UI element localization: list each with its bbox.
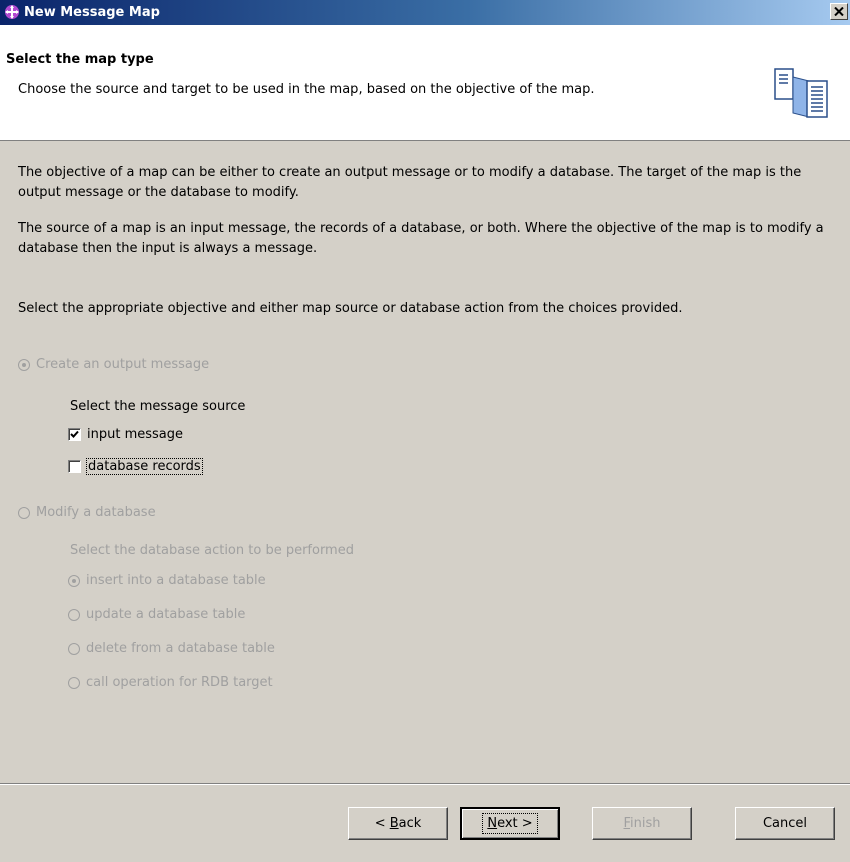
- database-records-checkbox[interactable]: database records: [68, 458, 203, 475]
- page-description: Choose the source and target to be used …: [18, 82, 595, 97]
- database-records-label: database records: [86, 458, 203, 475]
- cancel-button[interactable]: Cancel: [735, 807, 835, 840]
- radio-unselected-icon: [68, 608, 80, 621]
- cancel-button-label: Cancel: [762, 816, 808, 831]
- input-message-label: input message: [87, 427, 183, 442]
- back-button-prefix: <: [374, 816, 390, 831]
- insert-table-radio[interactable]: insert into a database table: [68, 573, 266, 588]
- create-output-message-label: Create an output message: [36, 357, 210, 372]
- back-button[interactable]: < Back: [348, 807, 448, 840]
- map-app-icon: [5, 5, 19, 19]
- call-operation-label: call operation for RDB target: [86, 675, 273, 690]
- map-wizard-graphic: [774, 68, 828, 118]
- delete-table-label: delete from a database table: [86, 641, 275, 656]
- modify-database-radio[interactable]: Modify a database: [18, 505, 156, 520]
- radio-unselected-icon: [68, 676, 80, 689]
- radio-selected-icon: [68, 574, 80, 587]
- insert-table-label: insert into a database table: [86, 573, 266, 588]
- source-paragraph: The source of a map is an input message,…: [18, 221, 824, 256]
- objective-paragraph: The objective of a map can be either to …: [18, 165, 802, 200]
- next-button-rest: ext >: [497, 816, 533, 831]
- back-button-rest: ack: [398, 816, 422, 831]
- checkbox-checked-icon: [68, 428, 81, 441]
- close-icon: [834, 7, 844, 16]
- next-button[interactable]: Next >: [460, 807, 560, 840]
- page-title: Select the map type: [6, 52, 154, 67]
- modify-database-label: Modify a database: [36, 505, 156, 520]
- finish-button[interactable]: Finish: [592, 807, 692, 840]
- instruction-paragraph: Select the appropriate objective and eit…: [18, 301, 683, 316]
- input-message-checkbox[interactable]: input message: [68, 427, 183, 442]
- close-button[interactable]: [830, 3, 848, 20]
- radio-unselected-icon: [68, 642, 80, 655]
- back-button-mnemonic: B: [389, 816, 399, 831]
- window-title: New Message Map: [24, 5, 160, 20]
- database-action-label: Select the database action to be perform…: [70, 543, 354, 558]
- create-output-message-radio[interactable]: Create an output message: [18, 357, 209, 372]
- delete-table-radio[interactable]: delete from a database table: [68, 641, 275, 656]
- title-bar: New Message Map: [0, 0, 850, 25]
- button-bar-separator: [0, 783, 850, 785]
- call-operation-radio[interactable]: call operation for RDB target: [68, 675, 273, 690]
- update-table-radio[interactable]: update a database table: [68, 607, 245, 622]
- radio-selected-icon: [18, 358, 30, 371]
- update-table-label: update a database table: [86, 607, 246, 622]
- checkbox-unchecked-icon: [68, 460, 81, 473]
- message-source-label: Select the message source: [70, 399, 246, 414]
- next-button-mnemonic: N: [487, 816, 498, 831]
- finish-button-rest: inish: [630, 816, 661, 831]
- radio-unselected-icon: [18, 506, 30, 519]
